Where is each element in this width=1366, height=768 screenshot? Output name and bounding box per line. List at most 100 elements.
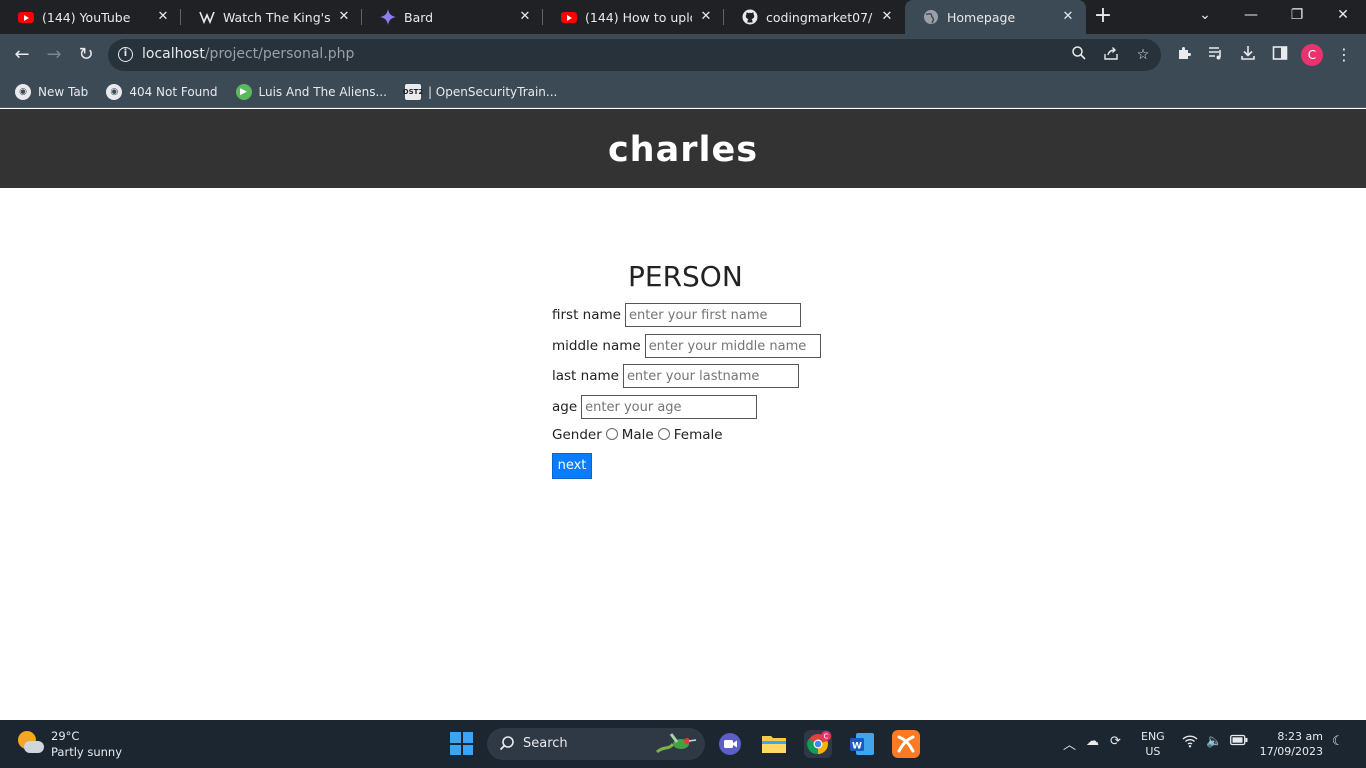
middle-name-row: middle name <box>552 334 821 358</box>
close-icon[interactable]: ✕ <box>879 9 895 25</box>
bookmark-404[interactable]: ◉ 404 Not Found <box>106 83 218 100</box>
tab-title: (144) How to upload f <box>585 9 692 25</box>
reload-icon[interactable]: ↻ <box>72 41 100 69</box>
media-queue-icon[interactable] <box>1206 45 1226 65</box>
bookmark-label: New Tab <box>38 84 89 99</box>
profile-avatar[interactable]: C <box>1301 44 1323 66</box>
last-name-input[interactable] <box>622 364 799 388</box>
tab-homepage[interactable]: Homepage ✕ <box>905 0 1086 34</box>
weather-description[interactable]: Partly sunny <box>51 745 122 759</box>
female-label[interactable]: Female <box>674 427 723 443</box>
ost2-icon: OST2 <box>403 83 423 100</box>
windows-start-icon[interactable] <box>450 732 473 755</box>
tab-github[interactable]: codingmarket07/Side- ✕ <box>724 0 905 34</box>
tab-strip: (144) YouTube ✕ Watch The King's Avat ✕ … <box>0 0 1366 34</box>
page-content: charles PERSON first name middle name la… <box>0 109 1366 720</box>
middle-name-input[interactable] <box>644 334 821 358</box>
side-panel-icon[interactable] <box>1270 45 1290 65</box>
first-name-input[interactable] <box>624 303 801 327</box>
age-input[interactable] <box>581 395 758 419</box>
close-icon[interactable]: ✕ <box>698 9 714 25</box>
tab-title: codingmarket07/Side- <box>766 9 873 25</box>
window-close-icon[interactable]: ✕ <box>1320 0 1366 34</box>
new-tab-button[interactable]: + <box>1086 0 1120 34</box>
forward-arrow-icon[interactable]: → <box>40 41 68 69</box>
gender-label: Gender <box>552 427 602 443</box>
share-icon[interactable] <box>1101 45 1121 65</box>
site-logo-icon <box>199 9 215 25</box>
tab-bard[interactable]: Bard ✕ <box>362 0 543 34</box>
chrome-profile-badge: C <box>824 733 829 741</box>
clock-date: 17/09/2023 <box>1259 745 1323 758</box>
youtube-icon <box>18 9 34 25</box>
onedrive-cloud-icon[interactable]: ☁ <box>1086 734 1099 749</box>
site-info-icon[interactable]: i <box>118 47 133 62</box>
last-name-row: last name <box>552 364 799 388</box>
weather-temperature[interactable]: 29°C <box>51 729 79 743</box>
tab-title: Watch The King's Avat <box>223 9 330 25</box>
restore-icon[interactable]: ❐ <box>1274 0 1320 34</box>
tab-youtube[interactable]: (144) YouTube ✕ <box>0 0 181 34</box>
next-button[interactable]: next <box>552 453 592 479</box>
close-icon[interactable]: ✕ <box>155 9 171 25</box>
male-label[interactable]: Male <box>622 427 654 443</box>
back-arrow-icon[interactable]: ← <box>8 41 36 69</box>
weather-partly-sunny-icon[interactable] <box>18 731 44 757</box>
xampp-icon[interactable] <box>892 730 920 758</box>
search-icon <box>499 735 515 755</box>
male-radio[interactable] <box>605 428 618 440</box>
globe-icon: ◉ <box>15 83 31 100</box>
svg-text:W: W <box>852 742 862 752</box>
sync-icon[interactable]: ⟳ <box>1110 734 1121 749</box>
url-text[interactable]: localhost/project/personal.php <box>142 46 354 62</box>
close-icon[interactable]: ✕ <box>336 9 352 25</box>
first-name-label: first name <box>552 307 621 323</box>
last-name-label: last name <box>552 368 619 384</box>
close-icon[interactable]: ✕ <box>1060 9 1076 25</box>
bookmark-label: Luis And The Aliens... <box>258 84 387 99</box>
wifi-icon[interactable] <box>1182 734 1198 752</box>
bookmark-luis[interactable]: ▶ Luis And The Aliens... <box>235 83 387 100</box>
tab-title: Homepage <box>947 9 1016 25</box>
close-icon[interactable]: ✕ <box>517 9 533 25</box>
word-icon[interactable]: W <box>848 730 876 758</box>
age-row: age <box>552 395 758 419</box>
tab-kings-avatar[interactable]: Watch The King's Avat ✕ <box>181 0 362 34</box>
show-hidden-icons-chevron-icon[interactable]: ︿ <box>1063 734 1076 753</box>
globe-icon <box>923 9 939 25</box>
bookmark-label: 404 Not Found <box>129 84 218 99</box>
globe-icon: ◉ <box>106 83 123 100</box>
bookmark-star-icon[interactable]: ☆ <box>1133 45 1153 65</box>
site-title: charles <box>0 109 1366 188</box>
bookmark-label: | OpenSecurityTrain... <box>427 84 558 99</box>
female-radio[interactable] <box>657 428 670 440</box>
bookmarks-bar: ◉ New Tab ◉ 404 Not Found ▶ Luis And The… <box>0 76 1366 108</box>
middle-name-label: middle name <box>552 338 641 354</box>
lang-secondary: US <box>1145 745 1161 758</box>
play-icon: ▶ <box>235 83 252 100</box>
extensions-puzzle-icon[interactable] <box>1174 45 1194 65</box>
input-language-indicator[interactable]: ENG US <box>1141 729 1165 759</box>
gender-row: Gender Male Female <box>552 427 723 443</box>
clock-time: 8:23 am <box>1277 730 1323 743</box>
volume-icon[interactable]: 🔈 <box>1206 734 1222 749</box>
battery-icon[interactable] <box>1230 734 1248 750</box>
teams-meet-icon[interactable] <box>716 730 744 758</box>
chrome-icon[interactable]: C <box>804 730 832 758</box>
download-icon[interactable] <box>1238 45 1258 65</box>
tab-search-icon[interactable]: ⌄ <box>1182 0 1228 34</box>
tab-youtube-upload[interactable]: (144) How to upload f ✕ <box>543 0 724 34</box>
bookmark-new-tab[interactable]: ◉ New Tab <box>15 83 89 100</box>
taskbar-search[interactable]: Search <box>487 728 705 760</box>
minimize-icon[interactable]: — <box>1228 0 1274 34</box>
menu-kebab-icon[interactable]: ⋮ <box>1334 45 1354 65</box>
zoom-icon[interactable] <box>1069 45 1089 65</box>
focus-moon-icon[interactable]: ☾ <box>1332 734 1344 749</box>
search-label: Search <box>523 736 568 751</box>
address-bar[interactable]: i localhost/project/personal.php ☆ <box>108 39 1161 71</box>
lang-primary: ENG <box>1141 730 1165 743</box>
system-clock[interactable]: 8:23 am 17/09/2023 <box>1255 729 1323 759</box>
tab-title: (144) YouTube <box>42 9 131 25</box>
file-explorer-icon[interactable] <box>760 730 788 758</box>
bookmark-opensecuritytraining[interactable]: OST2 | OpenSecurityTrain... <box>403 83 558 100</box>
